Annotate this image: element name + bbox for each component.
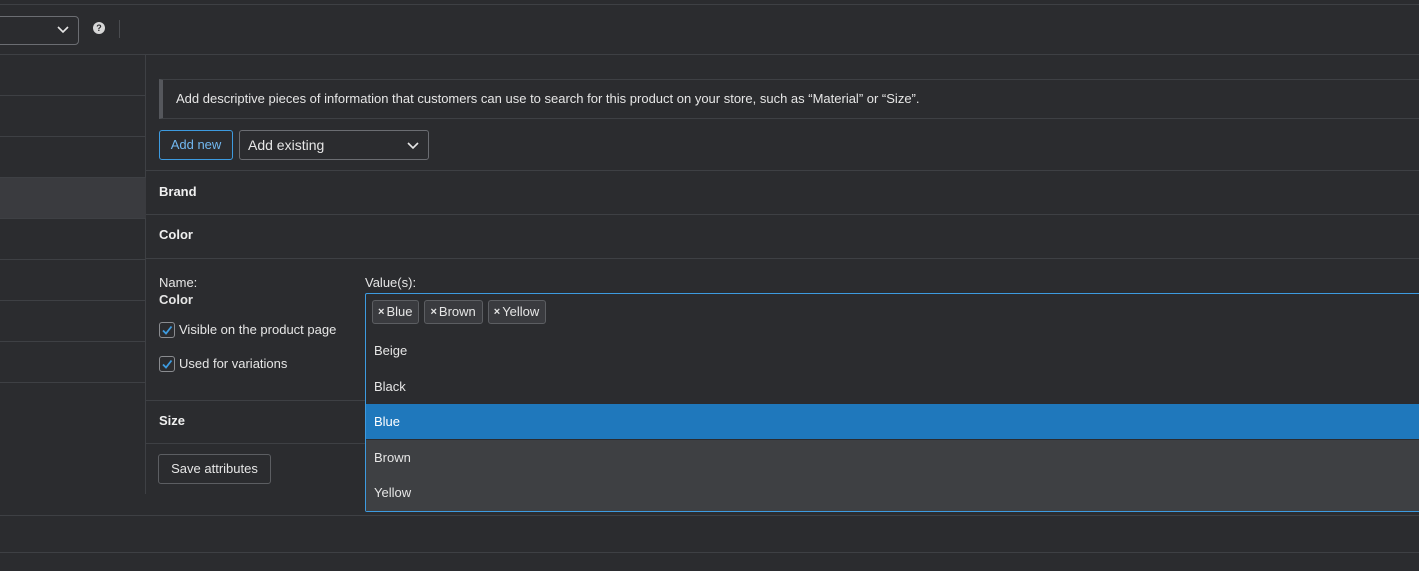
chip-label: Yellow xyxy=(502,304,540,319)
dropdown-option[interactable]: Beige xyxy=(366,333,1419,368)
divider xyxy=(146,170,1419,171)
tab-item[interactable] xyxy=(0,219,146,260)
values-label: Value(s): xyxy=(365,275,417,290)
checkmark-icon xyxy=(162,325,173,335)
divider xyxy=(146,400,366,401)
attributes-info-notice: Add descriptive pieces of information th… xyxy=(159,79,1419,119)
divider xyxy=(146,443,366,444)
used-for-variations-row[interactable]: Used for variations xyxy=(159,355,287,372)
attribute-size-title[interactable]: Size xyxy=(159,413,185,428)
dropdown-option[interactable]: Black xyxy=(366,369,1419,404)
attribute-brand-title[interactable]: Brand xyxy=(159,184,197,199)
help-icon[interactable]: ? xyxy=(93,22,105,34)
tab-item[interactable] xyxy=(0,55,146,96)
top-border xyxy=(0,4,1419,5)
chevron-down-icon xyxy=(57,26,69,34)
checkmark-icon xyxy=(162,359,173,369)
product-type-select[interactable] xyxy=(0,16,79,45)
attribute-name-value: Color xyxy=(159,292,193,307)
value-chip[interactable]: × Yellow xyxy=(487,300,547,324)
add-existing-label: Add existing xyxy=(248,137,325,153)
remove-icon[interactable]: × xyxy=(494,301,500,323)
dropdown-option-highlighted[interactable]: Blue xyxy=(366,404,1419,439)
save-attributes-button[interactable]: Save attributes xyxy=(158,454,271,484)
divider xyxy=(146,214,1419,215)
attribute-color-title[interactable]: Color xyxy=(159,227,193,242)
value-chip[interactable]: × Blue xyxy=(372,300,420,324)
values-multiselect[interactable]: × Blue × Brown × Yellow Beige Black Blue Br… xyxy=(365,293,1419,512)
value-chip[interactable]: × Brown xyxy=(424,300,483,324)
tab-item[interactable] xyxy=(0,301,146,342)
tab-item[interactable] xyxy=(0,96,146,137)
divider xyxy=(0,515,1419,516)
visible-label: Visible on the product page xyxy=(179,322,337,337)
tab-item[interactable] xyxy=(0,260,146,301)
chip-label: Blue xyxy=(386,304,413,319)
chevron-down-icon xyxy=(407,142,419,150)
remove-icon[interactable]: × xyxy=(378,301,384,323)
toolbar-separator xyxy=(119,20,120,38)
dropdown-option[interactable]: Yellow xyxy=(366,475,1419,511)
dropdown-option[interactable]: Brown xyxy=(366,440,1419,475)
product-data-tabs xyxy=(0,55,146,494)
tab-item[interactable] xyxy=(0,342,146,383)
header-divider xyxy=(0,54,1419,55)
selected-values: × Blue × Brown × Yellow xyxy=(372,300,547,324)
divider xyxy=(146,258,1419,259)
visible-on-product-page-row[interactable]: Visible on the product page xyxy=(159,321,336,338)
tab-item[interactable] xyxy=(0,137,146,178)
add-new-attribute-button[interactable]: Add new xyxy=(159,130,233,160)
divider xyxy=(0,552,1419,553)
attribute-name-label: Name: xyxy=(159,275,198,290)
visible-checkbox[interactable] xyxy=(159,321,175,338)
tab-attributes[interactable] xyxy=(0,178,146,219)
remove-icon[interactable]: × xyxy=(430,301,436,323)
add-existing-attribute-select[interactable]: Add existing xyxy=(239,130,429,160)
variations-label: Used for variations xyxy=(179,356,288,371)
chip-label: Brown xyxy=(438,304,476,319)
variations-checkbox[interactable] xyxy=(159,355,175,372)
